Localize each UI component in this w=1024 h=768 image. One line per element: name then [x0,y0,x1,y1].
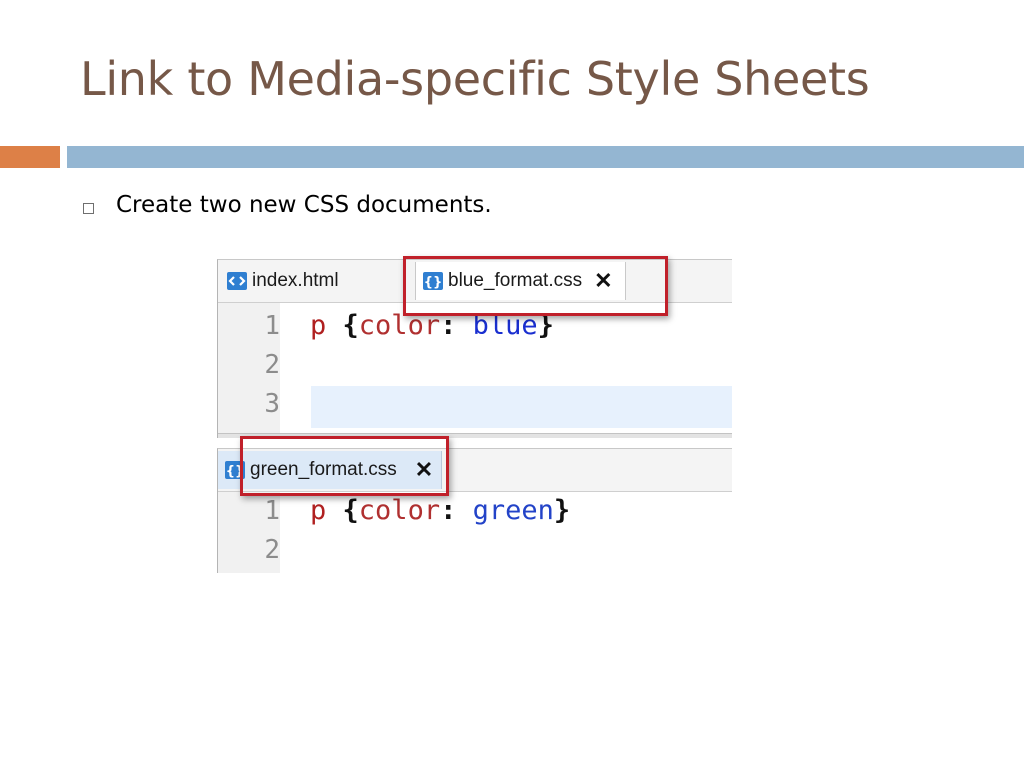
accent-bar-orange [0,146,60,168]
line-number: 3 [264,389,280,419]
code-line: 3 [218,385,732,423]
bullet-text: Create two new CSS documents. [116,192,492,218]
code-line: 2 [218,346,732,384]
bullet-square-icon [83,203,94,214]
line-number: 1 [264,496,280,526]
line-number: 2 [264,350,280,380]
code-text: p {color: green} [310,495,571,526]
code-line: 1 p {color: green} [218,492,732,530]
callout-box-green-tab [240,436,449,496]
tab-index-html[interactable]: index.html [226,262,339,300]
line-number: 2 [264,535,280,565]
tab-label: index.html [252,270,339,291]
accent-bar-blue [67,146,1024,168]
slide-title: Link to Media-specific Style Sheets [80,52,870,106]
line-number: 1 [264,311,280,341]
code-line: 2 [218,531,732,569]
callout-box-blue-tab [403,256,668,316]
html-file-icon [227,272,247,290]
